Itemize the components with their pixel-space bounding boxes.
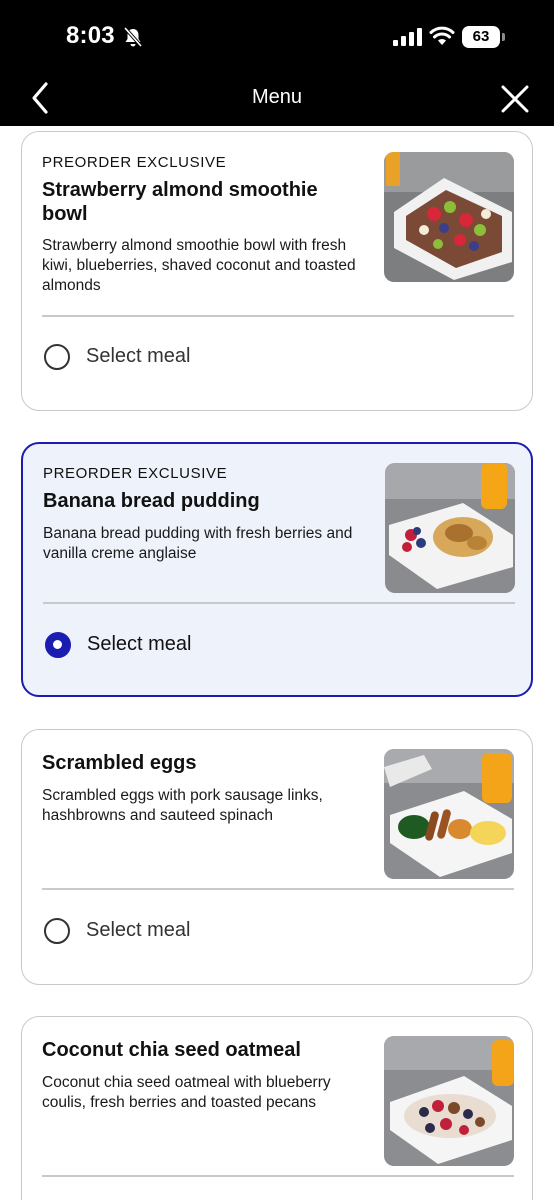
meal-card-selected[interactable]: PREORDER EXCLUSIVE Banana bread pudding … [21,442,533,697]
page-title: Menu [251,86,303,108]
select-meal-label: Select meal [87,633,192,655]
divider [43,602,515,604]
meal-image [384,152,514,282]
meal-description: Scrambled eggs with pork sausage links, … [42,787,323,824]
wifi-icon [429,26,455,45]
divider [42,1175,514,1177]
status-time: 8:03 [66,22,115,49]
meal-description: Banana bread pudding with fresh berries … [43,525,353,562]
meal-image [384,749,514,879]
meal-title: Banana bread pudding [43,490,260,512]
bell-slash-icon [123,26,143,48]
meal-title: Coconut chia seed oatmeal [42,1039,301,1061]
select-meal-label: Select meal [86,919,191,941]
close-button[interactable] [498,82,532,116]
radio-icon[interactable] [44,918,70,944]
meal-card[interactable]: Coconut chia seed oatmeal Coconut chia s… [21,1016,533,1200]
meal-card[interactable]: PREORDER EXCLUSIVE Strawberry almond smo… [21,131,533,411]
battery-level: 63 [462,26,500,48]
select-meal-radio[interactable]: Select meal [43,630,343,662]
meal-card[interactable]: Scrambled eggs Scrambled eggs with pork … [21,729,533,985]
divider [42,315,514,317]
top-bar: 8:03 63 Menu [0,0,554,126]
signal-icon [393,28,422,46]
divider [42,888,514,890]
select-meal-radio[interactable]: Select meal [42,916,342,948]
radio-icon[interactable] [44,344,70,370]
meal-image [384,1036,514,1166]
meal-title: Strawberry almond smoothie bowl [42,179,318,225]
meal-badge: PREORDER EXCLUSIVE [43,465,228,482]
meal-description: Coconut chia seed oatmeal with blueberry… [42,1074,331,1111]
select-meal-label: Select meal [86,345,191,367]
meal-title: Scrambled eggs [42,752,197,774]
radio-icon[interactable] [45,632,71,658]
meal-description: Strawberry almond smoothie bowl with fre… [42,237,356,294]
meal-badge: PREORDER EXCLUSIVE [42,154,227,171]
battery-icon: 63 [462,26,506,48]
select-meal-radio[interactable]: Select meal [42,342,342,374]
meal-image [385,463,515,593]
